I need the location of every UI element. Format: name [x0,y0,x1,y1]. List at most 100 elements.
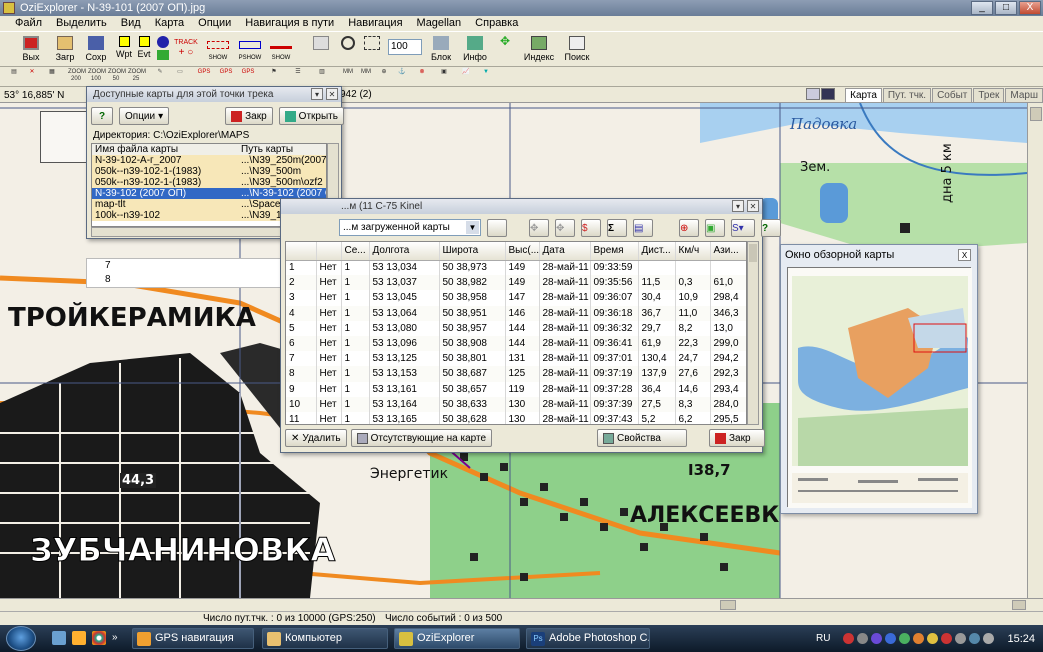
gps-button-1[interactable]: GPS [196,69,212,84]
track-map-icon[interactable] [487,219,507,237]
network-icon[interactable] [955,633,967,644]
scroll-thumb[interactable] [749,244,757,262]
table-row[interactable]: 11 Нет 1 53 13,165 50 38,628 130 28-май-11 09:3… [286,411,746,424]
toolbar2-icon-ruler[interactable]: ▭ [172,69,188,84]
col-latitude[interactable]: Широта [439,242,506,261]
tray-icon-8[interactable] [941,633,953,644]
map-filter-select[interactable]: ...м загруженной карты ▼ [339,219,481,236]
task-gps[interactable]: GPS навигация [132,628,254,649]
table-row[interactable]: 1 Нет 1 53 13,034 50 38,973 149 28-май-11 09:33… [286,260,746,276]
collapse-icon[interactable]: ▾ [311,88,323,100]
tool-button-a[interactable] [312,34,330,66]
block-button[interactable]: Блок [430,34,452,66]
task-photoshop[interactable]: Ps Adobe Photoshop C... [526,628,650,649]
table-row[interactable]: 10 Нет 1 53 13,164 50 38,633 130 28-май-11 09:3… [286,396,746,412]
tray-icon-4[interactable] [885,633,897,644]
maps-close-button[interactable]: Закр [225,107,273,125]
map-vertical-scrollbar[interactable] [1027,103,1043,598]
menu-view[interactable]: Вид [114,16,148,31]
tray-icon-3[interactable] [871,633,883,644]
tab-waypoints[interactable]: Пут. тчк. [882,88,932,103]
menu-file[interactable]: Файл [8,16,49,31]
sum-icon[interactable]: Σ [607,219,627,237]
toolbar2-icon-graph[interactable]: ▥ [314,69,330,84]
track-table-scrollbar[interactable] [747,241,759,425]
col-time[interactable]: Время [590,242,639,261]
gps-button-2[interactable]: GPS [218,69,234,84]
track-close-button[interactable]: Закр [709,429,765,447]
exit-button[interactable]: Вых [20,34,42,66]
toolbar2-icon-3[interactable]: ▦ [44,69,60,84]
search-button[interactable]: Поиск [562,34,592,66]
scroll-left-arrow-icon[interactable] [720,600,736,610]
table-row[interactable]: 6 Нет 1 53 13,096 50 38,908 144 28-май-11 09:36… [286,335,746,352]
language-indicator[interactable]: RU [816,633,830,644]
gps-button-3[interactable]: GPS [240,69,256,84]
save-view-icon[interactable] [821,88,836,100]
start-button[interactable] [6,626,36,651]
split-icon[interactable]: $ [581,219,601,237]
tab-map[interactable]: Карта [845,88,882,103]
zoom-25-button[interactable]: ZOOM 25 [128,69,146,84]
speed-menu-icon[interactable]: S▾ [731,219,755,237]
col-longitude[interactable]: Долгота [369,242,440,261]
open-map-button[interactable]: Открыть [278,107,344,125]
chart-icon[interactable]: 📈 [458,69,474,84]
menu-help[interactable]: Справка [468,16,525,31]
anchor-icon[interactable]: ⚓ [394,69,410,84]
save-button[interactable]: Сохр [83,34,109,66]
options-button[interactable]: Опции ▾ [119,107,170,125]
navigator-box[interactable] [40,111,92,163]
col-map-name[interactable]: Имя файла карты [92,144,238,155]
table-row[interactable]: 8 Нет 1 53 13,153 50 38,687 125 28-май-11 09:37… [286,366,746,382]
dialog-close-icon[interactable]: ✕ [326,88,338,100]
col-azimuth[interactable]: Ази... [710,242,746,261]
menu-magellan[interactable]: Magellan [410,16,469,31]
toolbar2-icon-flag[interactable]: ⚑ [266,69,282,84]
map-row[interactable]: 050k--n39-102-1-(1983) ...\N39_500m [92,166,326,177]
overview-close-icon[interactable]: X [958,249,971,261]
zoom-100-button[interactable]: ZOOM 100 [88,69,106,84]
overview-map[interactable] [787,267,972,508]
event-button[interactable]: Evt [135,34,153,66]
tab-events[interactable]: Событ [932,88,973,103]
mm-button-1[interactable]: MM [340,69,356,84]
map-row[interactable]: N-39-102-A-г_2007 ...\N39_250m(2007) [92,155,326,166]
zoom-select[interactable]: 100 [388,34,424,66]
signal-icon[interactable]: ▼ [478,69,494,84]
quicklaunch-more-icon[interactable]: » [112,631,120,645]
tray-icon-7[interactable] [927,633,939,644]
table-row[interactable]: 9 Нет 1 53 13,161 50 38,657 119 28-май-11 09:37… [286,381,746,397]
scroll-right-arrow-icon[interactable] [1012,600,1026,610]
toolbar2-icon-list[interactable]: ☰ [290,69,306,84]
col-index[interactable] [286,242,317,261]
table-row[interactable]: 4 Нет 1 53 13,064 50 38,951 146 28-май-11 09:36… [286,305,746,321]
battery-icon[interactable] [983,633,995,644]
move-icon[interactable]: ✥ [529,219,549,237]
show-track-button[interactable]: SHOW [268,34,294,66]
track-button[interactable]: TRACK + ○ [173,34,199,66]
col-flag[interactable] [316,242,342,261]
tab-route[interactable]: Марш [1005,88,1043,103]
col-speed[interactable]: Км/ч [675,242,711,261]
track-close-icon[interactable]: ✕ [747,200,759,212]
toolbar2-icon-pen[interactable]: ✎ [152,69,168,84]
table-row[interactable]: 3 Нет 1 53 13,045 50 38,958 147 28-май-11 09:36… [286,290,746,306]
minimize-button[interactable]: _ [971,1,993,15]
show-route-button[interactable]: PSHOW [237,34,263,66]
move2-icon[interactable]: ✥ [555,219,575,237]
load-button[interactable]: Загр [52,34,78,66]
select-tool-button[interactable] [362,34,382,66]
info-button[interactable]: Инфо [462,34,488,66]
chrome-icon[interactable] [92,631,106,645]
export-icon[interactable]: ▤ [633,219,653,237]
col-date[interactable]: Дата [539,242,591,261]
missing-on-map-button[interactable]: Отсутствующие на карте [350,429,493,447]
gps-send-icon[interactable]: ▣ [705,219,725,237]
task-computer[interactable]: Компьютер [262,628,388,649]
target-icon[interactable]: ⊕ [376,69,392,84]
track-points-table[interactable]: Се... Долгота Широта Выс(... Дата Время … [285,241,747,425]
table-row[interactable]: 7 Нет 1 53 13,125 50 38,801 131 28-май-11 09:37… [286,351,746,367]
waypoint-button[interactable]: Wpt [115,34,133,66]
task-oziexplorer[interactable]: OziExplorer [394,628,520,649]
